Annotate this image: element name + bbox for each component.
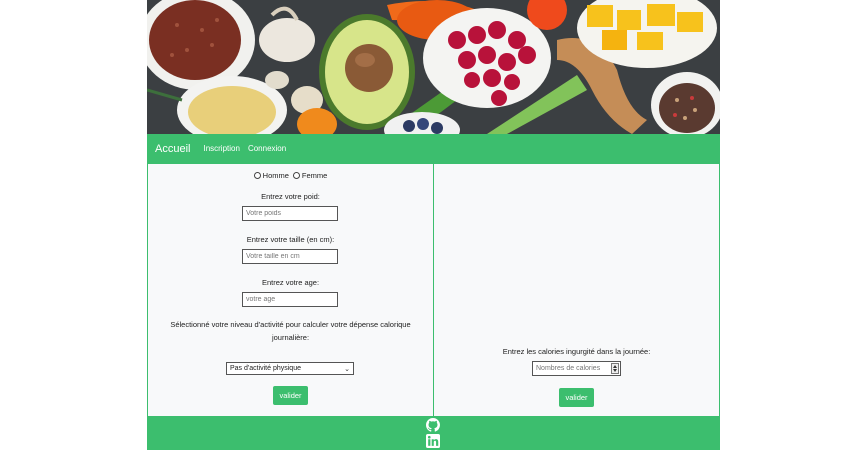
page-container: Accueil Inscription Connexion Homme Femm…: [147, 0, 720, 450]
left-submit-button[interactable]: valider: [273, 386, 308, 405]
age-input[interactable]: [242, 292, 338, 307]
weight-label: Entrez votre poid:: [261, 192, 320, 201]
hero-food-image: [147, 0, 720, 134]
nav-home-link[interactable]: Accueil: [155, 143, 190, 155]
radio-femme-label: Femme: [301, 171, 328, 180]
nav-inscription-link[interactable]: Inscription: [203, 144, 239, 153]
activity-select[interactable]: Pas d'activité physique ⌄: [226, 362, 354, 375]
calories-form-panel: Entrez les calories ingurgité dans la jo…: [433, 163, 720, 417]
gender-selector: Homme Femme: [148, 171, 433, 180]
nav-connexion-link[interactable]: Connexion: [248, 144, 286, 153]
activity-label-line2: journalière:: [271, 333, 310, 342]
calories-placeholder: Nombres de calories: [536, 365, 601, 372]
linkedin-icon[interactable]: [426, 434, 440, 448]
age-label: Entrez votre age:: [261, 278, 320, 287]
radio-homme-label: Homme: [262, 171, 289, 180]
metabolism-form-panel: Homme Femme Entrez votre poid: Entrez vo…: [147, 163, 434, 417]
height-label: Entrez votre taille (en cm):: [246, 235, 335, 244]
footer: [147, 417, 720, 450]
activity-select-value: Pas d'activité physique: [230, 365, 301, 372]
number-spinner-icon[interactable]: [611, 363, 619, 374]
activity-label-line1: Sélectionné votre niveau d'activité pour…: [170, 320, 411, 329]
right-submit-button[interactable]: valider: [559, 388, 594, 407]
radio-femme[interactable]: [292, 172, 300, 179]
navbar: Accueil Inscription Connexion: [147, 134, 720, 163]
calories-label: Entrez les calories ingurgité dans la jo…: [502, 347, 651, 356]
github-icon[interactable]: [426, 418, 440, 432]
calories-input[interactable]: Nombres de calories: [532, 361, 621, 376]
weight-input[interactable]: [242, 206, 338, 221]
height-input[interactable]: [242, 249, 338, 264]
chevron-down-icon: ⌄: [344, 366, 350, 373]
radio-homme[interactable]: [253, 172, 261, 179]
